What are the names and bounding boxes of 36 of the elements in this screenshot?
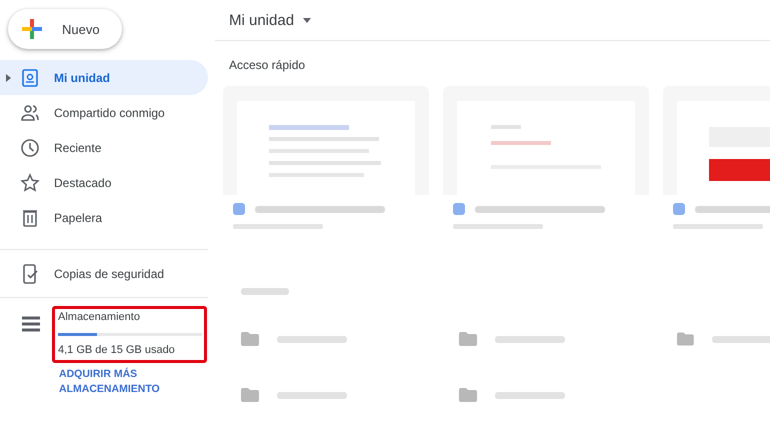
section-title: Acceso rápido: [229, 58, 306, 72]
nav-item[interactable]: Copias de seguridad: [0, 256, 208, 291]
file-type-icon: [673, 203, 685, 215]
dropdown-caret-icon: [303, 18, 312, 22]
file-type-icon: [233, 203, 245, 215]
blurred-name-bar: [712, 336, 770, 342]
blurred-name-bar: [277, 336, 347, 342]
nav-item[interactable]: Papelera: [0, 200, 208, 235]
storage-usage: 4,1 GB de 15 GB usado: [58, 344, 176, 358]
folder-icon: [241, 332, 259, 346]
nav-item[interactable]: Mi unidad: [0, 60, 208, 95]
blurred-name-bar: [277, 392, 347, 398]
plus-icon: [20, 17, 44, 41]
buy-storage-link[interactable]: ADQUIRIR MÁS ALMACENAMIENTO: [59, 367, 189, 397]
nav-item[interactable]: Reciente: [0, 130, 208, 165]
folder-icon: [459, 388, 477, 402]
folder-icon: [459, 332, 477, 346]
storage-list-icon: [21, 316, 41, 332]
clock-icon: [20, 138, 40, 158]
people-icon: [20, 102, 40, 122]
blurred-name-bar: [495, 336, 565, 342]
expand-arrow-icon: [6, 74, 11, 82]
star-icon: [20, 172, 40, 192]
folder-icon: [677, 332, 694, 346]
storage-title: Almacenamiento: [58, 311, 141, 323]
location-dropdown[interactable]: Mi unidad: [229, 12, 312, 28]
new-button[interactable]: Nuevo: [8, 9, 122, 49]
file-type-icon: [453, 203, 465, 215]
nav-item[interactable]: Destacado: [0, 165, 208, 200]
blurred-name-bar: [495, 392, 565, 398]
phone-check-icon: [20, 264, 40, 284]
trash-icon: [20, 208, 40, 228]
folder-icon: [241, 388, 259, 402]
blurred-heading-bar: [241, 288, 289, 295]
drive-icon: [20, 68, 40, 88]
nav-item[interactable]: Compartido conmigo: [0, 95, 208, 130]
